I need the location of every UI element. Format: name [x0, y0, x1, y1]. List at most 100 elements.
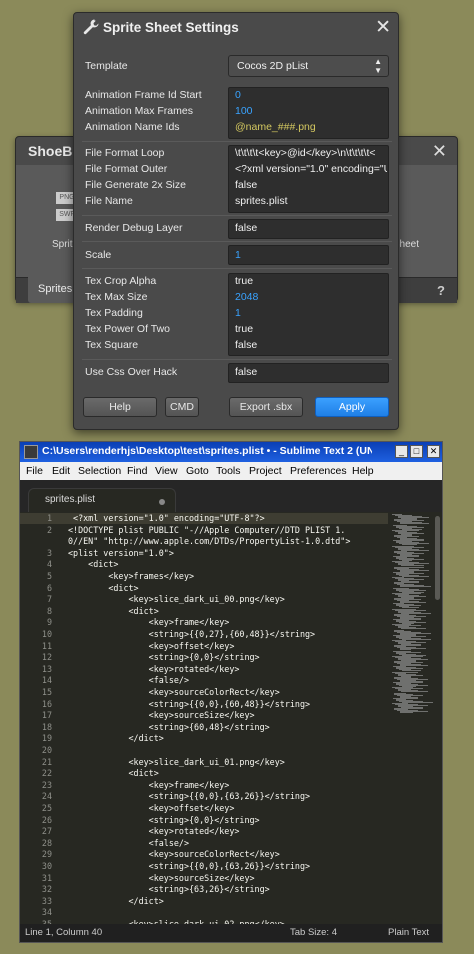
menu-selection[interactable]: Selection: [78, 465, 121, 477]
sublime-titlebar[interactable]: C:\Users\renderhjs\Desktop\test\sprites.…: [20, 442, 442, 462]
field-label: File Format Loop: [85, 147, 165, 159]
code-line: <string>{0,0}</string>: [68, 814, 260, 825]
maximize-icon[interactable]: □: [410, 445, 423, 458]
divider: [82, 359, 392, 360]
tab-label: sprites.plist: [45, 494, 96, 505]
field-label: File Name: [85, 195, 133, 207]
divider: [82, 215, 392, 216]
vertical-scrollbar[interactable]: [435, 516, 440, 600]
minimap-stroke: [402, 575, 429, 577]
render-debug-layer-value[interactable]: false: [235, 222, 387, 234]
tab-sprites-plist[interactable]: sprites.plist: [28, 488, 176, 512]
code-line: <plist version="1.0">: [68, 547, 174, 558]
menu-view[interactable]: View: [155, 465, 178, 477]
template-select[interactable]: Cocos 2D pList ▲ ▼: [228, 55, 389, 77]
code-editor[interactable]: 1 2 3 4 5 6 7 8 9 10 11 12 13 14 15 16 17 18 19 20 21 22 23 24 2…: [20, 512, 442, 926]
line-number: 17: [41, 710, 52, 721]
line-number: 31: [41, 872, 52, 883]
close-icon[interactable]: ✕: [427, 445, 440, 458]
code-line: <key>slice_dark_ui_01.png</key>: [68, 756, 285, 767]
unsaved-dot-icon[interactable]: [159, 499, 165, 505]
help-icon[interactable]: ?: [437, 283, 445, 298]
code-line: <key>sourceColorRect</key>: [68, 687, 280, 697]
cursor-position: Line 1, Column 40: [25, 927, 103, 938]
menu-help[interactable]: Help: [352, 465, 374, 477]
file-generate-2x-size-value[interactable]: false: [235, 179, 387, 191]
menu-bar: File Edit Selection Find View Goto Tools…: [20, 462, 442, 480]
file-format-outer-value[interactable]: <?xml version="1.0" encoding="U: [235, 163, 387, 175]
line-number: 13: [41, 663, 52, 674]
code-line: </dict>: [68, 733, 164, 744]
scale-value[interactable]: 1: [235, 249, 387, 261]
line-number: 25: [41, 803, 52, 813]
export-sbx-button[interactable]: Export .sbx: [229, 397, 303, 417]
code-line: <string>{63,26}</string>: [68, 884, 270, 895]
dialog-title: Sprite Sheet Settings: [103, 20, 239, 35]
line-number: 8: [46, 605, 52, 616]
line-number: 4: [46, 559, 52, 570]
field-label: Tex Crop Alpha: [85, 275, 157, 287]
animation-name-ids-value[interactable]: @name_###.png: [235, 121, 387, 133]
tex-max-size-value[interactable]: 2048: [235, 291, 387, 303]
field-label: Animation Name Ids: [85, 121, 180, 133]
tab-bar: sprites.plist: [20, 480, 442, 512]
field-label: Animation Frame Id Start: [85, 89, 202, 101]
apply-button[interactable]: Apply: [315, 397, 389, 417]
animation-frame-id-start-value[interactable]: 0: [235, 89, 387, 101]
menu-file[interactable]: File: [26, 465, 43, 477]
tex-crop-alpha-value[interactable]: true: [235, 275, 387, 287]
code-line: <false/>: [68, 837, 190, 848]
minimap-stroke: [402, 638, 431, 640]
menu-edit[interactable]: Edit: [52, 465, 70, 477]
menu-project[interactable]: Project: [249, 465, 282, 477]
use-css-over-hack-value[interactable]: false: [235, 366, 387, 378]
minimize-icon[interactable]: _: [395, 445, 408, 458]
field-label: Render Debug Layer: [85, 222, 183, 234]
menu-tools[interactable]: Tools: [216, 465, 241, 477]
tex-padding-value[interactable]: 1: [235, 307, 387, 319]
line-number: 15: [41, 687, 52, 697]
file-name-value[interactable]: sprites.plist: [235, 195, 387, 207]
code-line: <key>sourceSize</key>: [68, 872, 255, 883]
line-number: 11: [41, 640, 52, 651]
line-number: 7: [46, 594, 52, 605]
minimap[interactable]: [388, 512, 442, 926]
sprite-sheet-settings-dialog: Sprite Sheet Settings ✕ Template Cocos 2…: [73, 12, 399, 430]
window-title: C:\Users\renderhjs\Desktop\test\sprites.…: [42, 445, 372, 457]
help-button[interactable]: Help: [83, 397, 157, 417]
code-line: <dict>: [68, 605, 159, 616]
cmd-button[interactable]: CMD: [165, 397, 199, 417]
code-line: <string>{0,0}</string>: [68, 652, 260, 663]
wrench-icon: [83, 19, 99, 35]
tex-square-value[interactable]: false: [235, 339, 387, 351]
menu-find[interactable]: Find: [127, 465, 147, 477]
close-icon[interactable]: ✕: [432, 141, 447, 162]
field-label: Tex Padding: [85, 307, 143, 319]
tex-power-of-two-value[interactable]: true: [235, 323, 387, 335]
menu-goto[interactable]: Goto: [186, 465, 209, 477]
minimap-stroke: [401, 628, 426, 630]
dialog-titlebar[interactable]: Sprite Sheet Settings ✕: [74, 13, 398, 43]
code-line: <dict>: [68, 582, 139, 593]
field-label: File Format Outer: [85, 163, 168, 175]
line-number: 20: [41, 745, 52, 755]
sublime-window: C:\Users\renderhjs\Desktop\test\sprites.…: [19, 441, 443, 943]
code-line: <key>frame</key>: [68, 617, 230, 628]
code-line: <key>rotated</key>: [68, 663, 240, 674]
file-format-loop-value[interactable]: \t\t\t\t<key>@id</key>\n\t\t\t\t<: [235, 147, 387, 159]
line-number: 24: [41, 791, 52, 802]
animation-max-frames-value[interactable]: 100: [235, 105, 387, 117]
menu-preferences[interactable]: Preferences: [290, 465, 347, 477]
field-label: File Generate 2x Size: [85, 179, 186, 191]
close-icon[interactable]: ✕: [375, 16, 391, 39]
syntax-status[interactable]: Plain Text: [388, 927, 429, 938]
status-bar: Line 1, Column 40 Tab Size: 4 Plain Text: [20, 924, 442, 942]
code-line: <key>offset</key>: [68, 640, 235, 651]
code-line: <key>offset</key>: [68, 803, 235, 813]
line-number: 27: [41, 826, 52, 837]
line-number: 33: [41, 895, 52, 906]
field-label: Tex Square: [85, 339, 139, 351]
tab-size-status[interactable]: Tab Size: 4: [290, 927, 337, 938]
code-line: <key>frames</key>: [68, 571, 195, 581]
line-number: 9: [46, 617, 52, 628]
